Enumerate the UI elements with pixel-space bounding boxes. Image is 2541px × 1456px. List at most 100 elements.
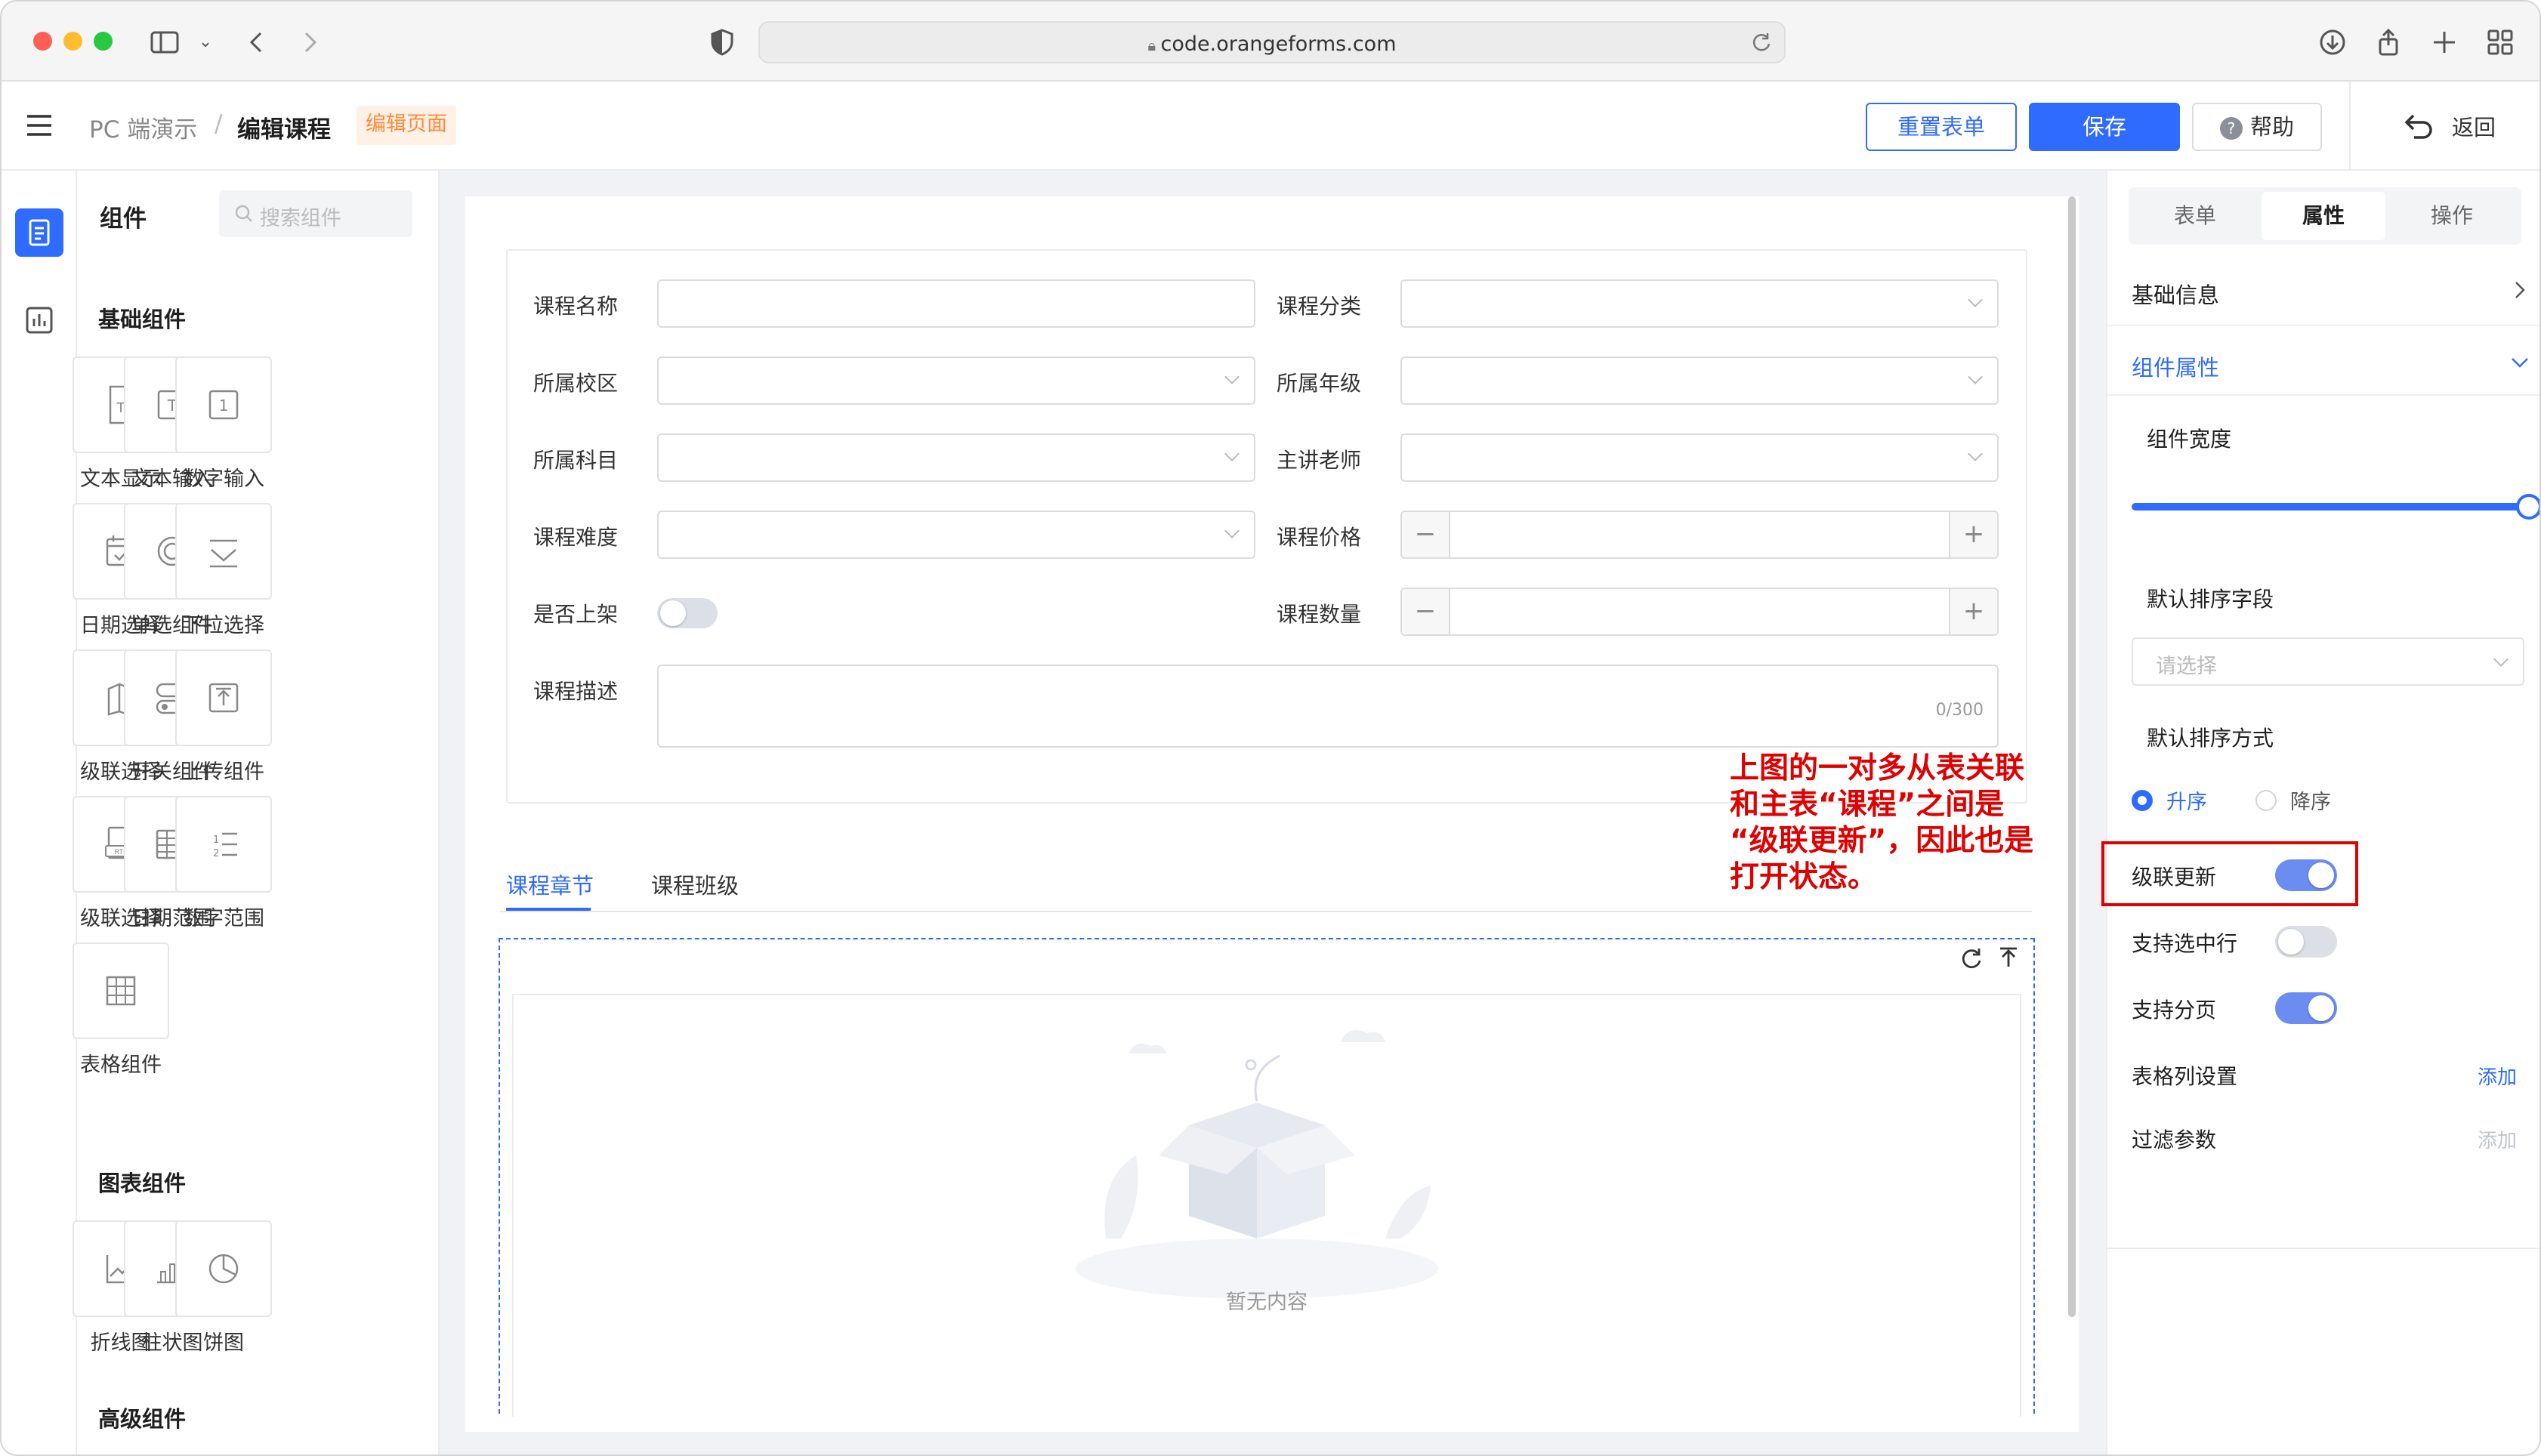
form-design-tab[interactable] bbox=[15, 208, 63, 257]
chevron-down-icon bbox=[2512, 358, 2528, 368]
chevron-down-icon bbox=[1968, 369, 1983, 384]
forward-arrow-icon[interactable] bbox=[295, 27, 325, 57]
number-input-icon: 1 bbox=[177, 381, 270, 429]
chevron-down-icon bbox=[2493, 652, 2509, 667]
price-stepper[interactable]: − + bbox=[1400, 511, 1999, 559]
component-tile-pie-chart[interactable] bbox=[175, 1220, 272, 1317]
add-columns-link[interactable]: 添加 bbox=[2478, 1062, 2517, 1090]
component-props-section[interactable]: 组件属性 bbox=[2132, 350, 2219, 382]
table-icon bbox=[74, 967, 168, 1015]
component-search-input[interactable]: 搜索组件 bbox=[219, 190, 412, 237]
width-slider-handle[interactable] bbox=[2516, 494, 2539, 520]
tab-actions[interactable]: 操作 bbox=[2390, 192, 2514, 240]
label-campus: 所属校区 bbox=[533, 371, 618, 396]
help-button[interactable]: ? 帮助 bbox=[2192, 103, 2322, 151]
share-icon[interactable] bbox=[2373, 27, 2404, 57]
switch-knob bbox=[2308, 995, 2334, 1021]
component-tile-number-range[interactable]: 12 bbox=[175, 796, 272, 893]
quantity-increment-button[interactable]: + bbox=[1949, 589, 1997, 634]
reload-icon[interactable] bbox=[1749, 30, 1774, 54]
download-icon[interactable] bbox=[2317, 27, 2348, 57]
number-range-icon: 12 bbox=[177, 820, 270, 868]
label-teacher: 主讲老师 bbox=[1276, 448, 1361, 473]
width-slider-track[interactable] bbox=[2132, 494, 2539, 520]
tab-attributes[interactable]: 属性 bbox=[2262, 192, 2385, 240]
chart-design-tab[interactable] bbox=[15, 296, 63, 344]
breadcrumb-root[interactable]: PC 端演示 bbox=[89, 110, 197, 144]
tab-overview-icon[interactable] bbox=[2485, 27, 2515, 57]
basic-components-title: 基础组件 bbox=[98, 307, 187, 332]
quantity-stepper[interactable]: − + bbox=[1400, 588, 1999, 636]
on-shelf-switch[interactable] bbox=[657, 598, 718, 628]
shield-icon[interactable] bbox=[707, 27, 737, 57]
basic-info-section[interactable]: 基础信息 bbox=[2132, 278, 2219, 310]
grade-select[interactable] bbox=[1400, 356, 1999, 405]
course-name-input[interactable] bbox=[657, 279, 1255, 328]
svg-text:1: 1 bbox=[213, 834, 219, 846]
header-divider bbox=[2349, 82, 2351, 171]
dropdown-select-icon bbox=[177, 527, 270, 575]
switch-knob bbox=[2308, 862, 2334, 888]
component-tile-dropdown-select[interactable] bbox=[175, 503, 272, 600]
upload-icon[interactable] bbox=[1994, 944, 2023, 973]
tab-form[interactable]: 表单 bbox=[2133, 192, 2257, 240]
label-subject: 所属科目 bbox=[533, 448, 618, 473]
add-filter-link[interactable]: 添加 bbox=[2478, 1125, 2517, 1153]
save-button[interactable]: 保存 bbox=[2029, 103, 2180, 151]
description-textarea[interactable]: 0/300 bbox=[657, 665, 1999, 748]
asc-label: 升序 bbox=[2166, 791, 2207, 814]
annotation-line: 打开状态。 bbox=[1730, 860, 1878, 894]
switch-knob bbox=[660, 600, 686, 626]
refresh-icon[interactable] bbox=[1956, 944, 1985, 973]
back-arrow-icon[interactable] bbox=[242, 27, 272, 57]
tab-course-classes[interactable]: 课程班级 bbox=[651, 868, 739, 900]
chevron-down-icon bbox=[1968, 446, 1983, 461]
component-panel: 组件 搜索组件 基础组件 图表组件 高级组件 T 文本显示 T 文本输入 1 数字输入 日期… bbox=[73, 171, 440, 1454]
search-icon bbox=[235, 205, 252, 222]
url-text: 🔒︎ code.orangeforms.com bbox=[1147, 32, 1397, 56]
course-category-select[interactable] bbox=[1400, 279, 1999, 328]
subtable-container[interactable]: 暂无内容 bbox=[499, 938, 2035, 1417]
chevron-down-icon bbox=[1224, 369, 1240, 384]
component-tile-upload[interactable] bbox=[175, 649, 272, 746]
properties-panel: 表单 属性 操作 基础信息 组件属性 组件宽度 默认排序字段 请选择 默认排序方… bbox=[2101, 171, 2539, 1454]
minimize-window-button[interactable] bbox=[63, 32, 82, 51]
campus-select[interactable] bbox=[657, 356, 1255, 405]
annotation-note: 上图的一对多从表关联 和主表“课程”之间是 “级联更新”，因此也是 打开状态。 bbox=[1730, 751, 2077, 896]
asc-radio[interactable] bbox=[2132, 790, 2153, 811]
undo-icon[interactable] bbox=[2401, 109, 2435, 142]
cascade-update-switch[interactable] bbox=[2275, 859, 2337, 891]
component-tile-table[interactable] bbox=[73, 942, 169, 1039]
select-row-switch[interactable] bbox=[2275, 926, 2337, 958]
page-title: 编辑课程 bbox=[237, 116, 331, 143]
label-course-name: 课程名称 bbox=[533, 294, 618, 319]
pie-chart-icon bbox=[177, 1245, 270, 1293]
chevron-right-icon bbox=[2515, 282, 2525, 298]
address-bar[interactable]: 🔒︎ code.orangeforms.com bbox=[758, 21, 1786, 63]
price-decrement-button[interactable]: − bbox=[1402, 512, 1450, 557]
paging-switch[interactable] bbox=[2275, 992, 2337, 1024]
teacher-select[interactable] bbox=[1400, 433, 1999, 482]
component-tile-number-input[interactable]: 1 bbox=[175, 356, 272, 453]
upload-icon bbox=[177, 674, 270, 722]
sidebar-toggle-icon[interactable] bbox=[150, 27, 180, 57]
new-tab-icon[interactable] bbox=[2429, 27, 2459, 57]
subject-select[interactable] bbox=[657, 433, 1255, 482]
quantity-decrement-button[interactable]: − bbox=[1402, 589, 1450, 634]
price-increment-button[interactable]: + bbox=[1949, 512, 1997, 557]
chevron-down-icon[interactable]: ⌄ bbox=[190, 27, 221, 57]
difficulty-select[interactable] bbox=[657, 511, 1255, 559]
desc-radio[interactable] bbox=[2255, 790, 2277, 811]
sort-mode-label: 默认排序方式 bbox=[2147, 726, 2274, 751]
zoom-window-button[interactable] bbox=[94, 32, 113, 51]
tabs-divider bbox=[500, 911, 2032, 912]
search-placeholder: 搜索组件 bbox=[260, 207, 341, 230]
menu-icon[interactable] bbox=[24, 112, 54, 139]
reset-form-button[interactable]: 重置表单 bbox=[1866, 103, 2017, 151]
annotation-line: “级联更新”，因此也是 bbox=[1730, 824, 2034, 858]
back-button[interactable]: 返回 bbox=[2452, 110, 2496, 142]
close-window-button[interactable] bbox=[33, 32, 52, 51]
course-form: 课程名称 课程分类 所属校区 所属年级 所属科目 主讲老师 课程难度 课程价格 … bbox=[506, 249, 2027, 804]
tab-course-chapters[interactable]: 课程章节 bbox=[506, 868, 594, 900]
sort-field-select[interactable]: 请选择 bbox=[2132, 637, 2524, 686]
